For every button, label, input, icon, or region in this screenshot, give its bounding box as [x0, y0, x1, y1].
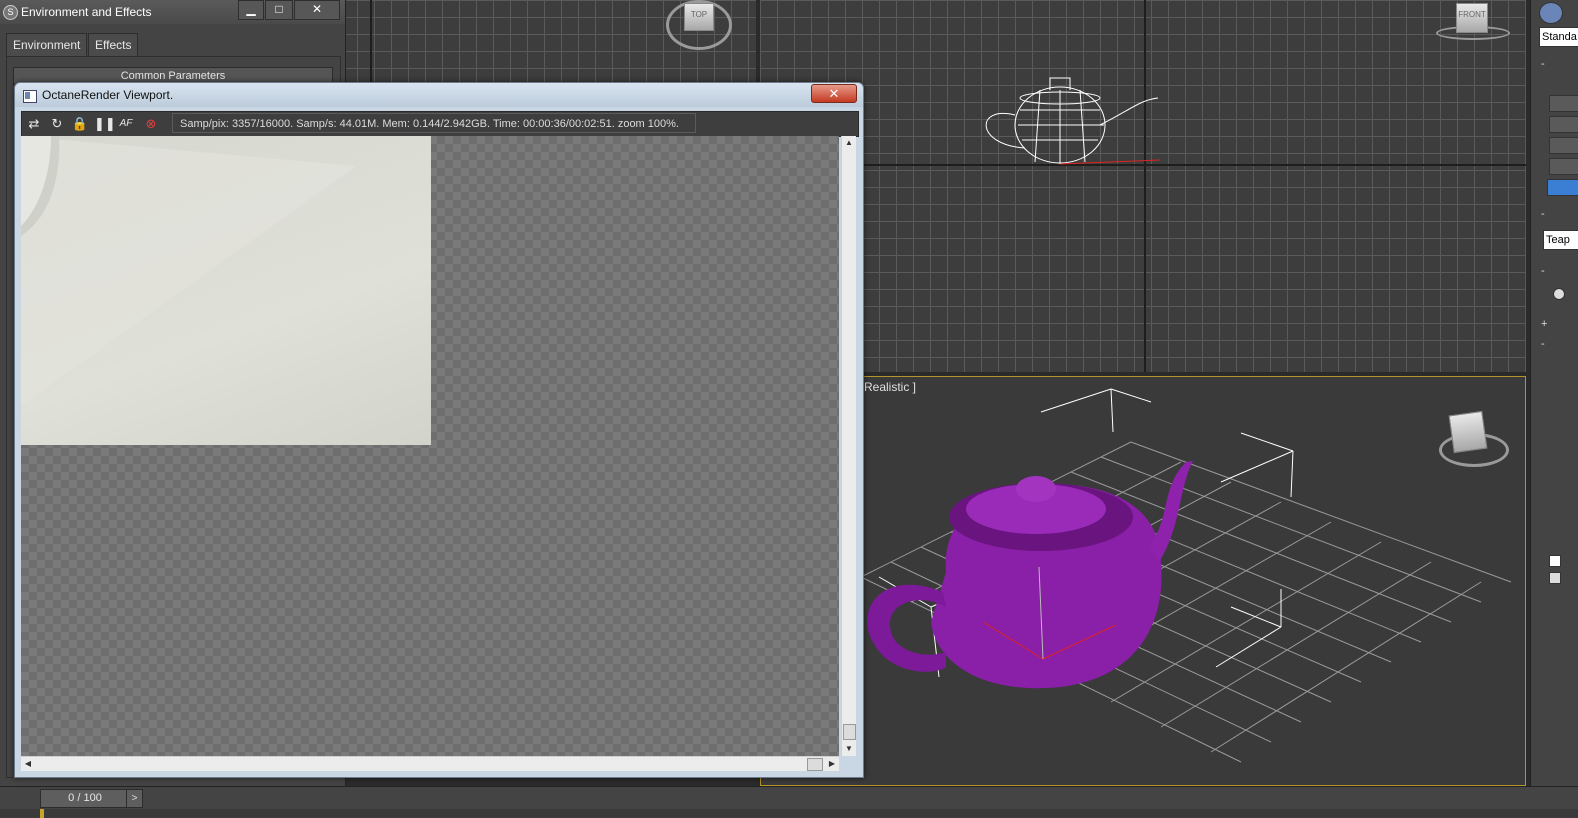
tab-effects[interactable]: Effects	[88, 33, 139, 56]
time-slider[interactable]: 0 / 100	[40, 789, 130, 808]
viewcube-face[interactable]: FRONT	[1456, 3, 1488, 33]
viewcube-front[interactable]: FRONT	[1436, 0, 1512, 42]
viewcube-perspective[interactable]	[1437, 407, 1513, 469]
object-button[interactable]	[1549, 158, 1578, 175]
object-button[interactable]	[1549, 137, 1578, 154]
time-bar: 0 / 100 >	[0, 786, 1578, 818]
command-panel: Standa - - Teap - + -	[1530, 0, 1578, 790]
grid-axis-vertical	[1144, 0, 1146, 372]
window-icon	[23, 90, 37, 103]
scroll-right-icon[interactable]: ▶	[825, 757, 839, 771]
name-field[interactable]: Teap	[1543, 230, 1578, 250]
object-button[interactable]	[1549, 116, 1578, 133]
tab-environment[interactable]: Environment	[6, 33, 88, 56]
render-status-text: Samp/pix: 3357/16000. Samp/s: 44.01M. Me…	[172, 113, 696, 133]
octane-titlebar[interactable]: OctaneRender Viewport. ✕	[15, 83, 863, 107]
teapot-wireframe[interactable]	[970, 70, 1170, 170]
front-viewport[interactable]: FRONT	[760, 0, 1526, 372]
perspective-viewport[interactable]	[760, 376, 1526, 786]
vertical-scrollbar[interactable]: ▲ ▼	[841, 136, 856, 756]
checkbox[interactable]	[1549, 572, 1561, 584]
octane-window-title: OctaneRender Viewport.	[42, 88, 174, 102]
viewport-label[interactable]: Realistic ]	[864, 380, 916, 394]
send-scene-icon[interactable]: ⇄	[25, 115, 43, 133]
stop-render-icon[interactable]: ⊗	[142, 115, 160, 133]
perspective-scene	[860, 388, 1512, 763]
pause-icon[interactable]: ❚❚	[94, 115, 116, 133]
viewcube-face[interactable]: TOP	[684, 3, 714, 31]
minimize-button[interactable]: ▁	[238, 0, 264, 20]
lock-icon[interactable]: 🔒	[71, 115, 89, 133]
object-type-dropdown[interactable]: Standa	[1539, 27, 1578, 47]
render-canvas[interactable]	[21, 136, 839, 756]
env-window-title: Environment and Effects	[21, 5, 152, 19]
object-button[interactable]	[1549, 95, 1578, 112]
next-frame-button[interactable]: >	[126, 789, 143, 808]
scroll-thumb[interactable]	[807, 758, 823, 771]
octane-viewport-window: OctaneRender Viewport. ✕ ⇄ ↻ 🔒 ❚❚ AF ⊗ S…	[14, 82, 864, 778]
viewcube-top[interactable]: TOP	[666, 0, 736, 50]
scroll-left-icon[interactable]: ◀	[21, 757, 35, 771]
radio-button[interactable]	[1553, 288, 1565, 300]
sphere-icon[interactable]	[1539, 2, 1563, 24]
rendered-region	[21, 136, 431, 445]
restart-render-icon[interactable]: ↻	[48, 115, 66, 133]
close-button[interactable]: ✕	[294, 0, 340, 20]
maximize-button[interactable]: □	[265, 0, 293, 20]
close-button[interactable]: ✕	[811, 84, 857, 103]
scroll-thumb[interactable]	[843, 724, 856, 740]
octane-toolbar: ⇄ ↻ 🔒 ❚❚ AF ⊗ Samp/pix: 3357/16000. Samp…	[21, 111, 859, 137]
scroll-up-icon[interactable]: ▲	[842, 136, 856, 150]
teapot-button-active[interactable]	[1547, 179, 1578, 196]
scroll-down-icon[interactable]: ▼	[842, 742, 856, 756]
af-focus-icon[interactable]: AF	[117, 115, 135, 133]
env-titlebar[interactable]: S Environment and Effects ▁ □ ✕	[0, 0, 345, 24]
checkbox-checked[interactable]	[1549, 555, 1561, 567]
viewcube-face[interactable]	[1448, 410, 1488, 454]
max-logo-icon: S	[3, 5, 18, 20]
horizontal-scrollbar[interactable]: ◀ ▶	[21, 756, 839, 771]
